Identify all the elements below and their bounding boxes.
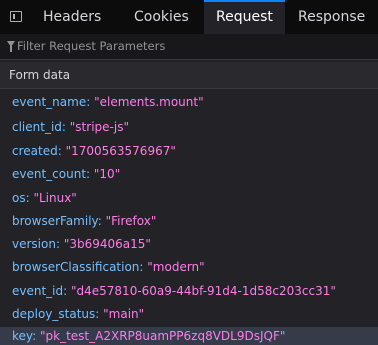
param-row-key[interactable]: key: "pk_test_A2XRP8uamPP6zq8VDL9DsJQF"	[0, 327, 378, 345]
param-entry: deploy_status: "main"	[12, 307, 145, 321]
param-value: "modern"	[147, 260, 205, 274]
param-value: "elements.mount"	[94, 95, 204, 109]
param-value: "Linux"	[33, 191, 77, 205]
param-value: "stripe-js"	[69, 120, 129, 134]
param-entry: event_name: "elements.mount"	[12, 95, 204, 109]
param-row-client-id[interactable]: client_id: "stripe-js"	[0, 116, 378, 139]
param-entry: browserClassification: "modern"	[12, 260, 205, 274]
param-entry: client_id: "stripe-js"	[12, 120, 129, 134]
param-key: browserFamily	[12, 214, 98, 228]
param-row-event-name[interactable]: event_name: "elements.mount"	[0, 91, 378, 114]
param-key: key	[12, 329, 33, 343]
tab-response[interactable]: Response	[298, 0, 365, 34]
tab-headers[interactable]: Headers	[43, 0, 101, 34]
form-data-section-title: Form data	[9, 68, 71, 82]
tab-request[interactable]: Request	[204, 0, 285, 34]
filter-request-params-input[interactable]	[17, 34, 367, 59]
param-row-os[interactable]: os: "Linux"	[0, 187, 378, 210]
filter-bar	[0, 34, 378, 60]
tab-request-label: Request	[216, 9, 273, 25]
param-entry: event_id: "d4e57810-60a9-44bf-91d4-1d58c…	[12, 284, 336, 298]
param-key: event_count	[12, 167, 87, 181]
param-key: event_name	[12, 95, 87, 109]
param-row-created[interactable]: created: "1700563576967"	[0, 140, 378, 163]
param-row-browser-classification[interactable]: browserClassification: "modern"	[0, 256, 378, 279]
param-entry: created: "1700563576967"	[12, 144, 176, 158]
form-data-section-header[interactable]: Form data	[0, 62, 378, 89]
details-tab-bar: Headers Cookies Request Response	[0, 0, 378, 34]
param-key: os	[12, 191, 26, 205]
param-row-event-count[interactable]: event_count: "10"	[0, 163, 378, 186]
sidebar-toggle-icon[interactable]	[10, 11, 22, 22]
param-entry: browserFamily: "Firefox"	[12, 214, 157, 228]
param-value: "1700563576967"	[65, 144, 176, 158]
param-entry: key: "pk_test_A2XRP8uamPP6zq8VDL9DsJQF"	[12, 329, 286, 343]
param-value: "10"	[93, 167, 121, 181]
param-entry: os: "Linux"	[12, 191, 77, 205]
sidebar-toggle-bar	[13, 14, 15, 19]
param-key: created	[12, 144, 58, 158]
filter-icon	[7, 41, 15, 52]
param-key: event_id	[12, 284, 64, 298]
param-value: "pk_test_A2XRP8uamPP6zq8VDL9DsJQF"	[40, 329, 286, 343]
param-value: "d4e57810-60a9-44bf-91d4-1d58c203cc31"	[71, 284, 336, 298]
tab-cookies[interactable]: Cookies	[134, 0, 189, 34]
param-row-deploy-status[interactable]: deploy_status: "main"	[0, 303, 378, 326]
param-row-version[interactable]: version: "3b69406a15"	[0, 233, 378, 256]
param-key: client_id	[12, 120, 62, 134]
param-row-event-id[interactable]: event_id: "d4e57810-60a9-44bf-91d4-1d58c…	[0, 280, 378, 303]
param-key: browserClassification	[12, 260, 140, 274]
param-key: version	[12, 237, 56, 251]
request-panel: Headers Cookies Request Response Form da…	[0, 0, 378, 345]
param-value: "main"	[103, 307, 145, 321]
param-entry: event_count: "10"	[12, 167, 121, 181]
param-key: deploy_status	[12, 307, 96, 321]
param-value: "3b69406a15"	[63, 237, 151, 251]
param-entry: version: "3b69406a15"	[12, 237, 151, 251]
selected-tab-indicator	[204, 0, 285, 2]
param-row-browser-family[interactable]: browserFamily: "Firefox"	[0, 210, 378, 233]
param-value: "Firefox"	[105, 214, 157, 228]
